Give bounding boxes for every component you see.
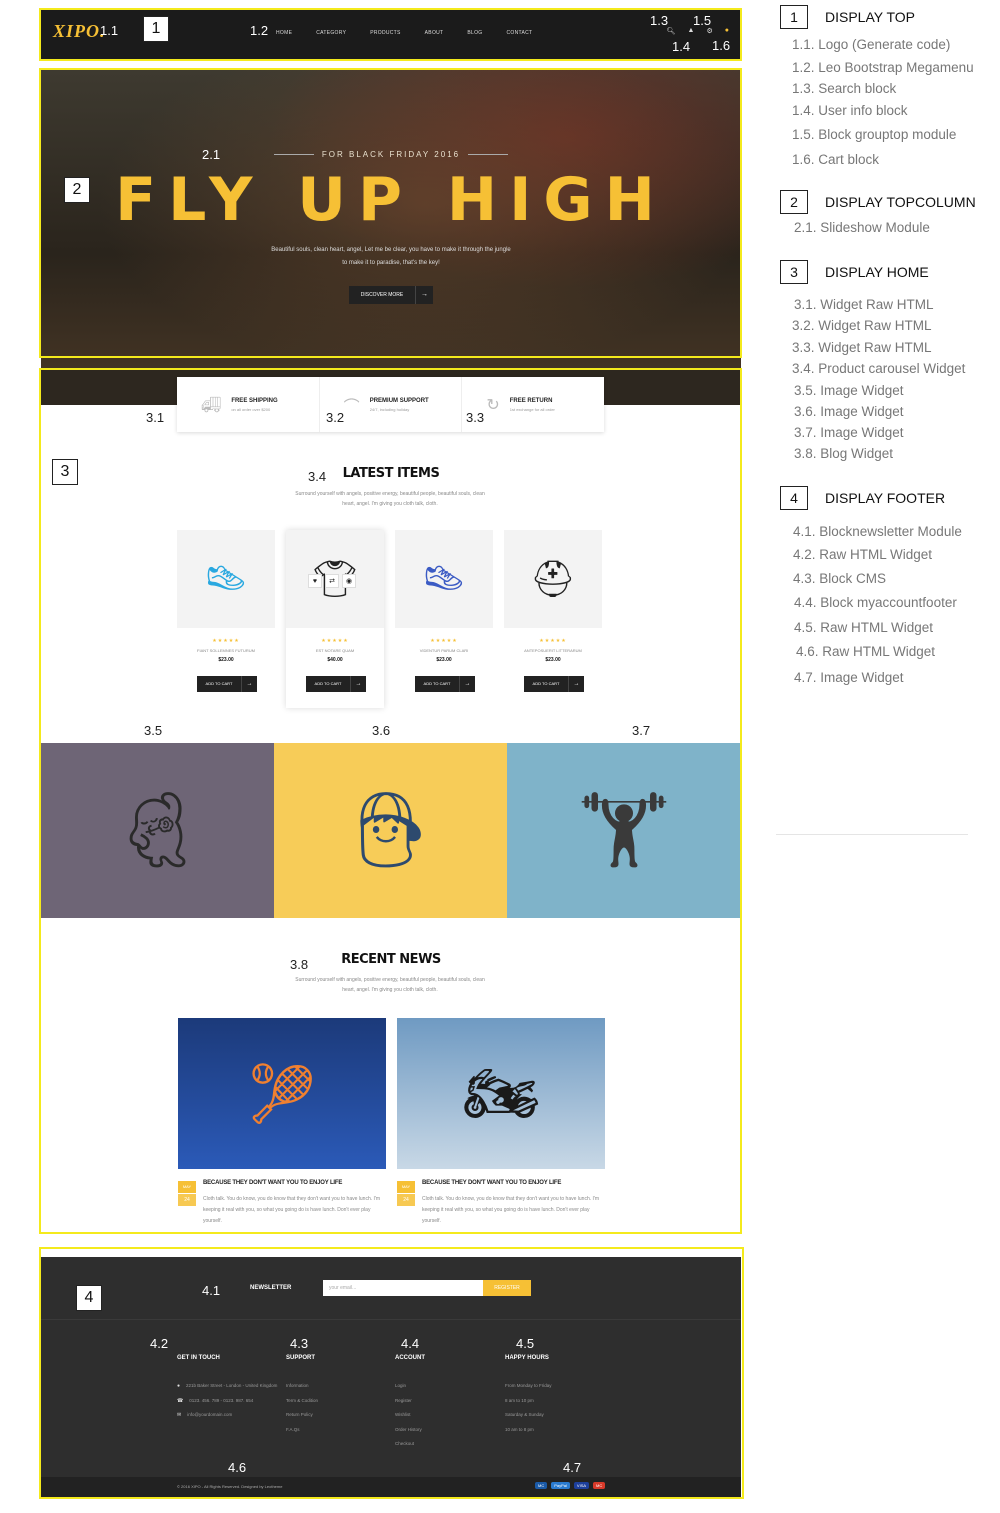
legend-item: 3.4. Product carousel Widget	[792, 361, 966, 376]
region-frame-home	[39, 368, 742, 1234]
legend-heading: 4 DISPLAY FOOTER	[780, 486, 945, 510]
legend-item: 4.7. Image Widget	[794, 670, 904, 685]
module-label: 1.5	[693, 13, 712, 28]
layout-diagram: XIPO. HOME CATEGORY PRODUCTS ABOUT BLOG …	[0, 0, 1000, 1513]
legend-heading: 3 DISPLAY HOME	[780, 260, 929, 284]
module-label: 4.2	[150, 1336, 169, 1351]
legend-item: 3.8. Blog Widget	[794, 446, 894, 461]
legend-heading: 1 DISPLAY TOP	[780, 5, 915, 29]
legend-item: 3.2. Widget Raw HTML	[792, 318, 932, 333]
legend-item: 3.5. Image Widget	[794, 383, 904, 398]
legend-number: 3	[780, 260, 808, 284]
region-frame-footer	[39, 1247, 744, 1499]
module-label: 4.4	[401, 1336, 420, 1351]
legend-item: 1.5. Block grouptop module	[792, 127, 957, 142]
legend-item: 4.3. Block CMS	[793, 571, 887, 586]
legend-item: 4.2. Raw HTML Widget	[793, 547, 933, 562]
legend-item: 1.3. Search block	[792, 81, 897, 96]
module-label: 4.7	[563, 1460, 582, 1475]
region-number: 2	[64, 177, 90, 203]
legend-number: 4	[780, 486, 808, 510]
module-label: 3.4	[308, 469, 327, 484]
legend-divider	[776, 834, 968, 835]
module-label: 4.6	[228, 1460, 247, 1475]
legend-item: 1.6. Cart block	[792, 152, 880, 167]
module-label: 3.7	[632, 723, 651, 738]
module-label: 1.6	[712, 38, 731, 53]
legend-number: 1	[780, 5, 808, 29]
module-label: 1.2	[250, 23, 269, 38]
legend-item: 4.6. Raw HTML Widget	[796, 644, 936, 659]
legend-item: 3.6. Image Widget	[794, 404, 904, 419]
module-label: 4.5	[516, 1336, 535, 1351]
legend-item: 3.1. Widget Raw HTML	[794, 297, 934, 312]
module-label: 3.2	[326, 410, 345, 425]
legend-heading: 2 DISPLAY TOPCOLUMN	[780, 190, 976, 214]
legend-item: 2.1. Slideshow Module	[794, 220, 930, 235]
legend-item: 3.7. Image Widget	[794, 425, 904, 440]
legend-title: DISPLAY TOPCOLUMN	[825, 194, 976, 210]
legend-item: 1.1. Logo (Generate code)	[792, 37, 951, 52]
module-label: 2.1	[202, 147, 221, 162]
legend-number: 2	[780, 190, 808, 214]
legend-title: DISPLAY TOP	[825, 9, 916, 25]
region-frame-topcolumn	[39, 68, 742, 358]
legend-item: 4.1. Blocknewsletter Module	[793, 524, 962, 539]
region-number: 3	[52, 459, 78, 485]
module-label: 1.1	[100, 23, 119, 38]
legend-item: 4.5. Raw HTML Widget	[794, 620, 934, 635]
legend-title: DISPLAY HOME	[825, 264, 929, 280]
module-label: 3.3	[466, 410, 485, 425]
legend-item: 3.3. Widget Raw HTML	[792, 340, 932, 355]
region-number: 1	[143, 16, 169, 42]
module-label: 3.8	[290, 957, 309, 972]
legend-item: 4.4. Block myaccountfooter	[794, 595, 957, 610]
module-label: 3.5	[144, 723, 163, 738]
module-label: 4.3	[290, 1336, 309, 1351]
legend-title: DISPLAY FOOTER	[825, 490, 946, 506]
legend-item: 1.4. User info block	[792, 103, 908, 118]
legend-item: 1.2. Leo Bootstrap Megamenu	[792, 60, 974, 75]
module-label: 4.1	[202, 1283, 221, 1298]
module-label: 1.3	[650, 13, 669, 28]
module-label: 1.4	[672, 39, 691, 54]
module-label: 3.6	[372, 723, 391, 738]
module-label: 3.1	[146, 410, 165, 425]
region-number: 4	[76, 1285, 102, 1311]
